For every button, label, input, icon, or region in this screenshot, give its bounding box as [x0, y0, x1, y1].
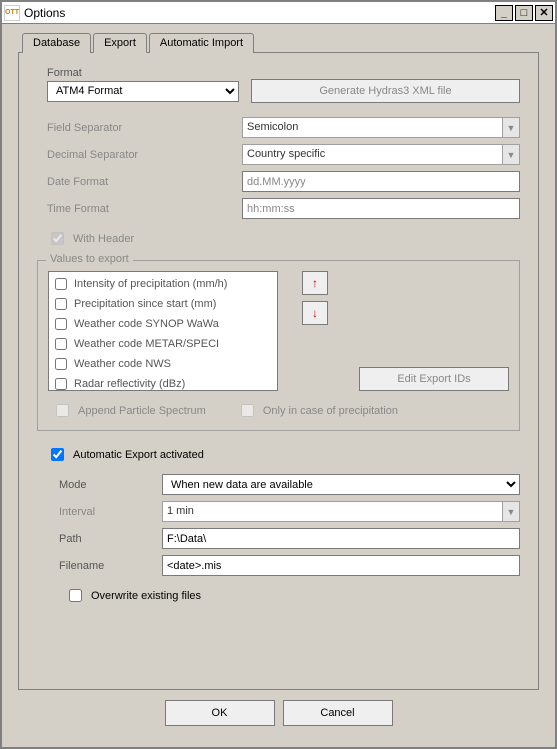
- tab-export[interactable]: Export: [93, 33, 147, 53]
- mode-label: Mode: [47, 479, 162, 491]
- list-item[interactable]: Weather code SYNOP WaWa: [51, 314, 275, 334]
- list-item[interactable]: Radar reflectivity (dBz): [51, 374, 275, 391]
- format-label: Format: [47, 67, 520, 79]
- list-item[interactable]: Weather code NWS: [51, 354, 275, 374]
- options-window: OTT Options _ □ ✕ Database Export Automa…: [0, 0, 557, 749]
- decimal-separator-select: Country specific ▼: [242, 144, 520, 165]
- move-up-button[interactable]: ↑: [302, 271, 328, 295]
- cancel-button[interactable]: Cancel: [283, 700, 393, 726]
- list-item[interactable]: Precipitation since start (mm): [51, 294, 275, 314]
- append-spectrum-checkbox: [56, 404, 69, 417]
- path-input[interactable]: [162, 528, 520, 549]
- chevron-down-icon: ▼: [502, 118, 519, 137]
- decimal-separator-label: Decimal Separator: [47, 149, 242, 161]
- time-format-input: [242, 198, 520, 219]
- chevron-down-icon: ▼: [502, 502, 519, 521]
- tab-database[interactable]: Database: [22, 33, 91, 53]
- interval-label: Interval: [47, 506, 162, 518]
- date-format-input: [242, 171, 520, 192]
- only-precipitation-label: Only in case of precipitation: [263, 405, 398, 417]
- minimize-button[interactable]: _: [495, 5, 513, 21]
- mode-select[interactable]: When new data are available: [162, 474, 520, 495]
- maximize-button[interactable]: □: [515, 5, 533, 21]
- overwrite-checkbox[interactable]: [69, 589, 82, 602]
- list-item[interactable]: Intensity of precipitation (mm/h): [51, 274, 275, 294]
- values-listbox[interactable]: Intensity of precipitation (mm/h) Precip…: [48, 271, 278, 391]
- arrow-down-icon: ↓: [312, 306, 318, 320]
- generate-xml-button[interactable]: Generate Hydras3 XML file: [251, 79, 520, 103]
- titlebar: OTT Options _ □ ✕: [2, 2, 555, 24]
- time-format-label: Time Format: [47, 203, 242, 215]
- tab-panel-export: Format ATM4 Format Generate Hydras3 XML …: [18, 52, 539, 690]
- append-spectrum-label: Append Particle Spectrum: [78, 405, 206, 417]
- list-item[interactable]: Weather code METAR/SPECI: [51, 334, 275, 354]
- field-separator-select: Semicolon ▼: [242, 117, 520, 138]
- window-title: Options: [24, 6, 495, 20]
- only-precipitation-checkbox: [241, 404, 254, 417]
- with-header-checkbox: [51, 232, 64, 245]
- chevron-down-icon: ▼: [502, 145, 519, 164]
- auto-export-checkbox[interactable]: [51, 448, 64, 461]
- field-separator-label: Field Separator: [47, 122, 242, 134]
- format-select[interactable]: ATM4 Format: [47, 81, 239, 102]
- arrow-up-icon: ↑: [312, 276, 318, 290]
- edit-export-ids-button[interactable]: Edit Export IDs: [359, 367, 509, 391]
- app-icon: OTT: [4, 5, 20, 21]
- filename-label: Filename: [47, 560, 162, 572]
- with-header-label: With Header: [73, 233, 134, 245]
- date-format-label: Date Format: [47, 176, 242, 188]
- values-to-export-legend: Values to export: [46, 253, 133, 265]
- filename-input[interactable]: [162, 555, 520, 576]
- close-button[interactable]: ✕: [535, 5, 553, 21]
- move-down-button[interactable]: ↓: [302, 301, 328, 325]
- auto-export-label: Automatic Export activated: [73, 449, 204, 461]
- tab-automatic-import[interactable]: Automatic Import: [149, 33, 254, 53]
- values-to-export-group: Values to export Intensity of precipitat…: [37, 260, 520, 431]
- ok-button[interactable]: OK: [165, 700, 275, 726]
- interval-select: 1 min ▼: [162, 501, 520, 522]
- overwrite-label: Overwrite existing files: [91, 590, 201, 602]
- path-label: Path: [47, 533, 162, 545]
